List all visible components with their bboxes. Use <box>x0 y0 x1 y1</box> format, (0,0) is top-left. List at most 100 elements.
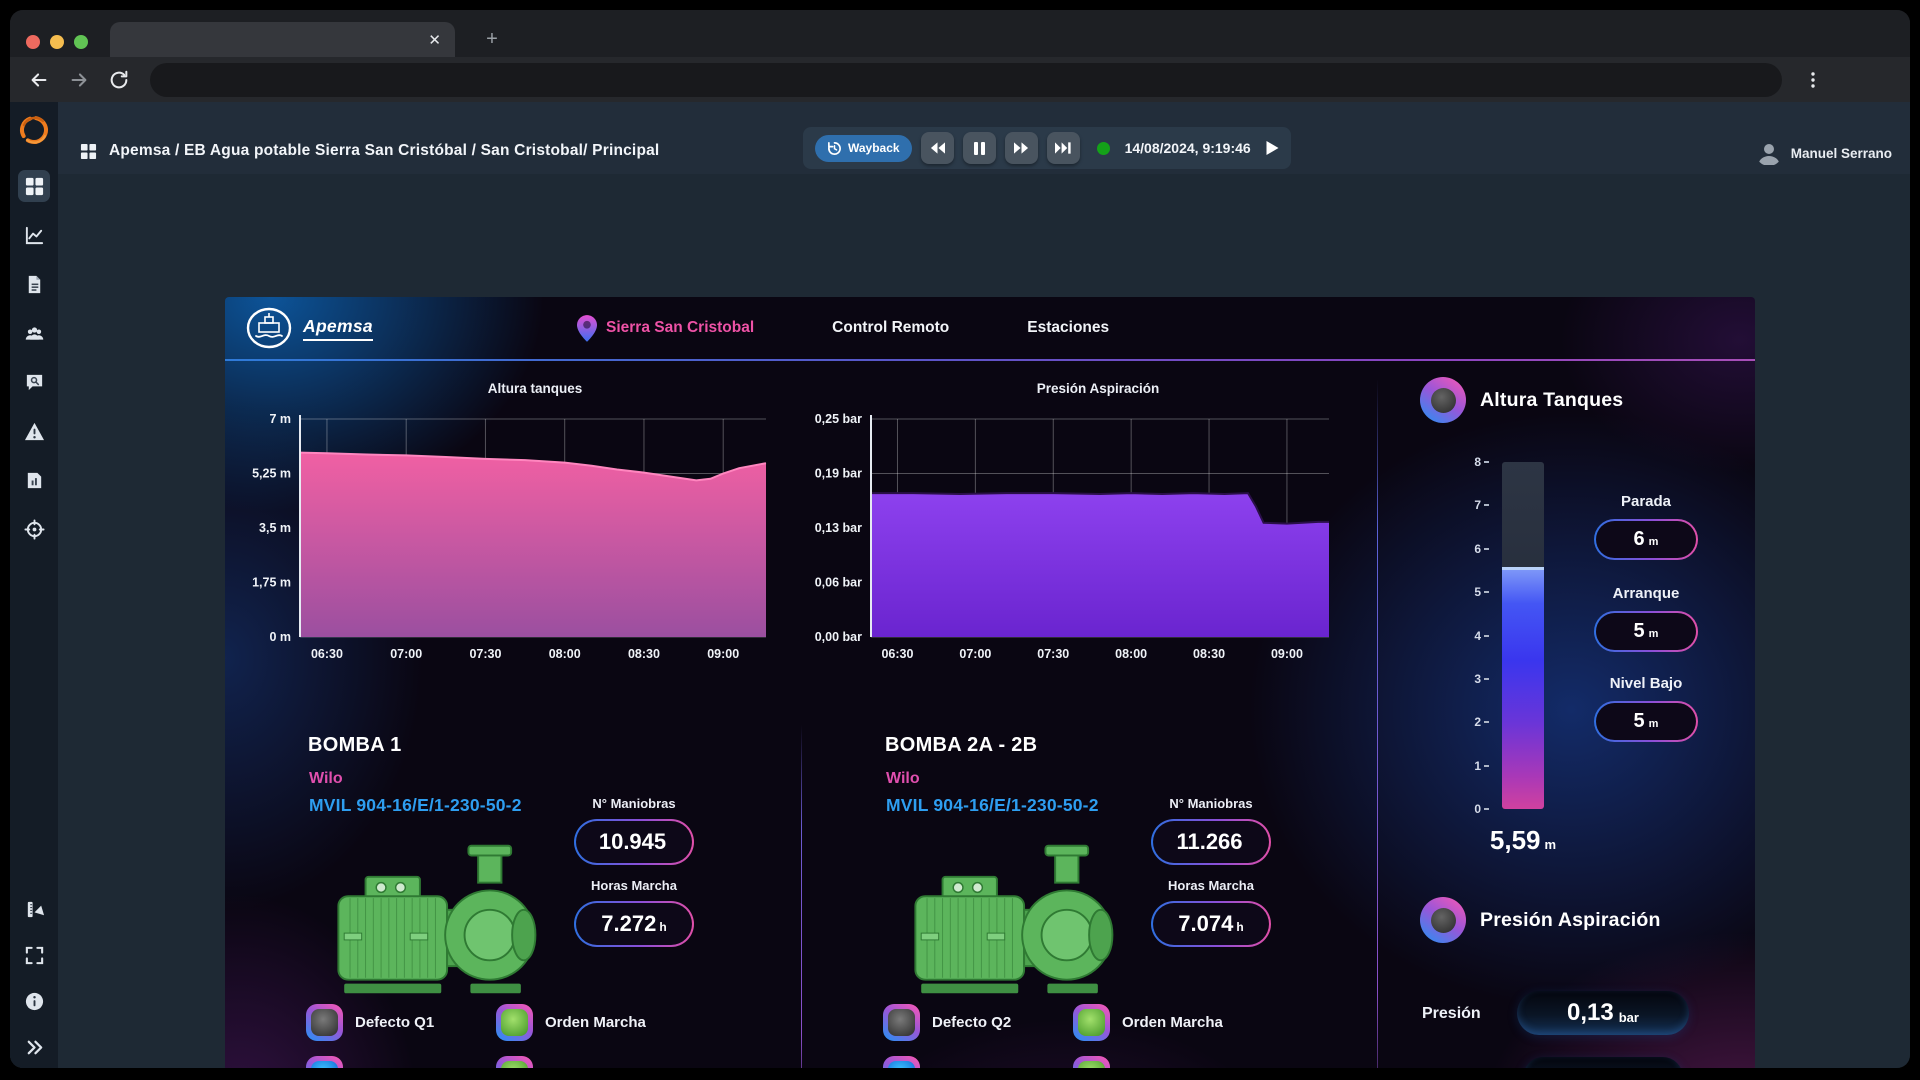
sidebar-item-info[interactable] <box>19 986 49 1016</box>
live-status-dot <box>1097 142 1110 155</box>
sidebar-item-design[interactable] <box>19 894 49 924</box>
pump-illustration <box>903 838 1118 1003</box>
browser-toolbar <box>10 57 1910 102</box>
indicator-defecto: Defecto Q1 <box>306 1004 434 1041</box>
fast-forward-button[interactable] <box>1005 132 1038 164</box>
user-menu[interactable]: Manuel Serrano <box>1756 140 1892 166</box>
pressure-gauge-icon <box>1420 897 1466 943</box>
sidebar-item-trends[interactable] <box>18 219 50 251</box>
sidebar-item-fullscreen[interactable] <box>19 940 49 970</box>
back-icon[interactable] <box>28 69 50 91</box>
report-chart-icon <box>24 470 45 491</box>
defecto-led <box>883 1004 920 1041</box>
indicator-modo-automatico: Modo Automático <box>883 1056 1058 1068</box>
close-window-button[interactable] <box>26 35 40 49</box>
presion-aspiracion-plot: 0,25 bar0,19 bar0,13 bar0,06 bar0,00 bar… <box>803 401 1335 681</box>
play-icon[interactable] <box>1266 141 1279 155</box>
setpoint-nivel-bajo-value[interactable]: 5m <box>1594 701 1698 742</box>
setpoint-parada-value[interactable]: 6m <box>1594 519 1698 560</box>
close-tab-icon[interactable]: ✕ <box>428 31 441 49</box>
indicator-confirmacion-marcha: Confirmación Marcha <box>1073 1056 1275 1068</box>
info-icon <box>24 991 45 1012</box>
apps-grid-icon[interactable] <box>80 143 97 160</box>
wayback-button[interactable]: Wayback <box>815 135 912 162</box>
svg-text:0 m: 0 m <box>269 630 291 644</box>
indicator-confirmacion-marcha: Confirmación Marcha <box>496 1056 698 1068</box>
sidebar-item-dashboard[interactable] <box>18 170 50 202</box>
tank-level-value: 5,59m <box>1457 825 1589 856</box>
svg-text:08:00: 08:00 <box>1115 647 1147 661</box>
svg-text:09:00: 09:00 <box>1271 647 1303 661</box>
panel-divider <box>1377 379 1378 1068</box>
design-tools-icon <box>24 899 45 920</box>
new-tab-button[interactable]: + <box>482 30 502 50</box>
tank-fill <box>1502 567 1544 809</box>
app-logo-icon[interactable] <box>16 112 52 148</box>
sidebar-item-messages[interactable] <box>18 366 50 398</box>
pump-illustration <box>326 838 541 1003</box>
tank-panel-title: Altura Tanques <box>1480 389 1623 412</box>
menu-dots-icon[interactable] <box>1804 71 1822 89</box>
chat-search-icon <box>24 372 45 393</box>
skip-end-button[interactable] <box>1047 132 1080 164</box>
chart-title: Altura tanques <box>240 381 772 401</box>
svg-text:06:30: 06:30 <box>881 647 913 661</box>
reload-icon[interactable] <box>108 69 130 91</box>
sidebar-item-map[interactable] <box>18 513 50 545</box>
horas-value: 7.074h <box>1151 901 1271 947</box>
line-chart-icon <box>24 225 45 246</box>
pump-brand: Wilo <box>886 770 920 788</box>
tab-control-remoto[interactable]: Control Remoto <box>832 319 949 337</box>
dashboard-header: Apemsa Sierra San Cristobal Control Remo… <box>225 297 1755 359</box>
sidebar-item-alarms[interactable] <box>18 415 50 447</box>
fullscreen-icon <box>24 945 45 966</box>
svg-text:0,13 bar: 0,13 bar <box>815 521 862 535</box>
indicator-defecto: Defecto Q2 <box>883 1004 1011 1041</box>
svg-text:07:30: 07:30 <box>469 647 501 661</box>
wayback-bar: Wayback 14/08/2024, 9:19:46 <box>803 127 1291 169</box>
maximize-window-button[interactable] <box>74 35 88 49</box>
pressure-panel-title: Presión Aspiración <box>1480 909 1661 932</box>
target-icon <box>24 519 45 540</box>
tab-strip: ✕ + <box>10 10 1910 57</box>
confirmacion-marcha-led <box>496 1056 533 1068</box>
rewind-button[interactable] <box>921 132 954 164</box>
tab-estaciones[interactable]: Estaciones <box>1027 319 1109 337</box>
chart-title: Presión Aspiración <box>803 381 1335 401</box>
plant-brand: Apemsa <box>245 306 373 350</box>
browser-tab[interactable]: ✕ <box>110 22 455 57</box>
sidebar-item-reports[interactable] <box>18 464 50 496</box>
tank-gauge-icon <box>1420 377 1466 423</box>
pressure-panel-header: Presión Aspiración <box>1420 897 1661 943</box>
forward-icon[interactable] <box>68 69 90 91</box>
traffic-lights <box>26 35 88 49</box>
breadcrumb: Apemsa / EB Agua potable Sierra San Cris… <box>109 142 659 160</box>
orden-marcha-led <box>496 1004 533 1041</box>
minimize-window-button[interactable] <box>50 35 64 49</box>
pressure-value: 0,13bar <box>1517 991 1689 1035</box>
sidebar-item-documents[interactable] <box>18 268 50 300</box>
sidebar <box>10 102 58 1068</box>
setpoint-arranque-value[interactable]: 5m <box>1594 611 1698 652</box>
location-selector[interactable]: Sierra San Cristobal <box>577 315 754 342</box>
svg-text:0,25 bar: 0,25 bar <box>815 412 862 426</box>
svg-text:5,25 m: 5,25 m <box>252 467 291 481</box>
wayback-datetime: 14/08/2024, 9:19:46 <box>1125 140 1251 156</box>
pump-card-bomba-2a-2b: BOMBA 2A - 2B Wilo MVIL 904-16/E/1-230-5… <box>883 732 1343 1068</box>
pump-divider <box>801 725 802 1068</box>
address-bar[interactable] <box>150 63 1782 97</box>
avatar <box>1756 140 1782 166</box>
pause-button[interactable] <box>963 132 996 164</box>
svg-text:09:00: 09:00 <box>707 647 739 661</box>
app-header: Apemsa / EB Agua potable Sierra San Cris… <box>58 102 1910 174</box>
sidebar-item-expand[interactable] <box>19 1032 49 1062</box>
users-icon <box>24 323 45 344</box>
pump-model: MVIL 904-16/E/1-230-50-2 <box>309 795 522 816</box>
svg-text:1,75 m: 1,75 m <box>252 576 291 590</box>
location-label: Sierra San Cristobal <box>606 319 754 337</box>
pause-icon <box>974 142 985 155</box>
setpoint-parada: Parada 6m <box>1585 493 1707 560</box>
brand-name: Apemsa <box>303 316 373 341</box>
svg-text:0,06 bar: 0,06 bar <box>815 576 862 590</box>
sidebar-item-users[interactable] <box>18 317 50 349</box>
